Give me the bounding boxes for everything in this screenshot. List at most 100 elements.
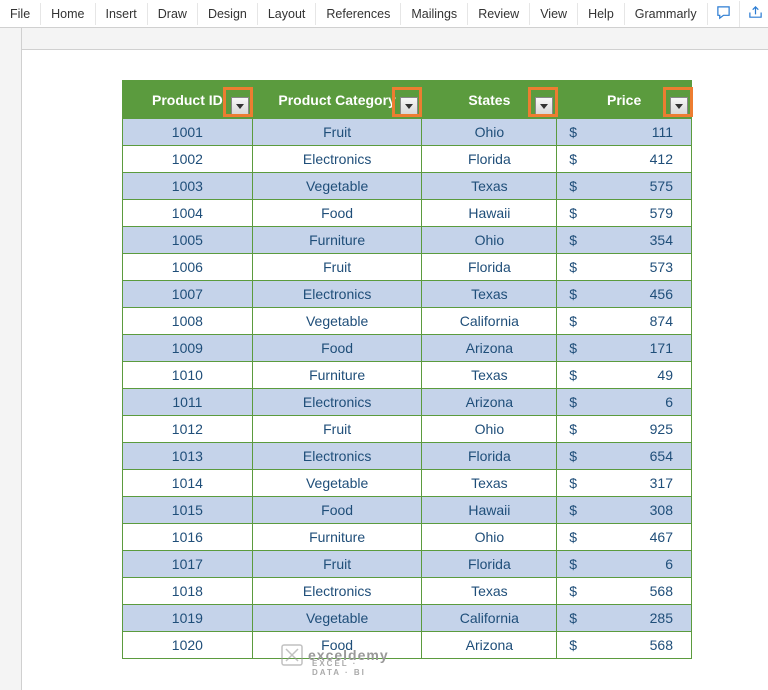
cell-price[interactable]: $308 — [557, 497, 692, 524]
cell-price[interactable]: $49 — [557, 362, 692, 389]
cell-state[interactable]: Arizona — [422, 632, 557, 659]
cell-product-id[interactable]: 1006 — [123, 254, 253, 281]
cell-state[interactable]: California — [422, 605, 557, 632]
cell-category[interactable]: Electronics — [252, 389, 422, 416]
cell-product-id[interactable]: 1003 — [123, 173, 253, 200]
cell-price[interactable]: $412 — [557, 146, 692, 173]
cell-state[interactable]: Florida — [422, 146, 557, 173]
table-row: 1014VegetableTexas$317 — [123, 470, 692, 497]
tab-view[interactable]: View — [530, 3, 578, 25]
tab-draw[interactable]: Draw — [148, 3, 198, 25]
cell-state[interactable]: Ohio — [422, 119, 557, 146]
cell-price[interactable]: $573 — [557, 254, 692, 281]
cell-price[interactable]: $467 — [557, 524, 692, 551]
cell-price[interactable]: $171 — [557, 335, 692, 362]
tab-help[interactable]: Help — [578, 3, 625, 25]
cell-category[interactable]: Electronics — [252, 146, 422, 173]
cell-state[interactable]: Hawaii — [422, 200, 557, 227]
cell-category[interactable]: Food — [252, 335, 422, 362]
cell-product-id[interactable]: 1019 — [123, 605, 253, 632]
cell-product-id[interactable]: 1017 — [123, 551, 253, 578]
tab-review[interactable]: Review — [468, 3, 530, 25]
cell-product-id[interactable]: 1014 — [123, 470, 253, 497]
cell-category[interactable]: Food — [252, 497, 422, 524]
cell-state[interactable]: Ohio — [422, 524, 557, 551]
tab-file[interactable]: File — [4, 3, 41, 25]
cell-state[interactable]: Ohio — [422, 227, 557, 254]
cell-state[interactable]: Ohio — [422, 416, 557, 443]
cell-category[interactable]: Food — [252, 632, 422, 659]
cell-product-id[interactable]: 1011 — [123, 389, 253, 416]
tab-home[interactable]: Home — [41, 3, 95, 25]
cell-product-id[interactable]: 1016 — [123, 524, 253, 551]
cell-category[interactable]: Vegetable — [252, 173, 422, 200]
cell-price[interactable]: $654 — [557, 443, 692, 470]
cell-state[interactable]: Arizona — [422, 335, 557, 362]
cell-product-id[interactable]: 1013 — [123, 443, 253, 470]
cell-state[interactable]: Texas — [422, 578, 557, 605]
cell-price[interactable]: $354 — [557, 227, 692, 254]
cell-state[interactable]: Texas — [422, 470, 557, 497]
cell-price[interactable]: $317 — [557, 470, 692, 497]
cell-category[interactable]: Vegetable — [252, 308, 422, 335]
share-button[interactable] — [740, 1, 768, 27]
cell-state[interactable]: Hawaii — [422, 497, 557, 524]
cell-price[interactable]: $925 — [557, 416, 692, 443]
cell-product-id[interactable]: 1007 — [123, 281, 253, 308]
filter-button-price[interactable] — [670, 97, 688, 115]
cell-product-id[interactable]: 1020 — [123, 632, 253, 659]
cell-state[interactable]: Texas — [422, 173, 557, 200]
cell-price[interactable]: $285 — [557, 605, 692, 632]
cell-product-id[interactable]: 1008 — [123, 308, 253, 335]
cell-category[interactable]: Vegetable — [252, 470, 422, 497]
cell-price[interactable]: $456 — [557, 281, 692, 308]
cell-state[interactable]: Florida — [422, 551, 557, 578]
cell-category[interactable]: Electronics — [252, 281, 422, 308]
cell-price[interactable]: $568 — [557, 632, 692, 659]
cell-product-id[interactable]: 1001 — [123, 119, 253, 146]
cell-price[interactable]: $111 — [557, 119, 692, 146]
cell-product-id[interactable]: 1005 — [123, 227, 253, 254]
tab-insert[interactable]: Insert — [96, 3, 148, 25]
cell-state[interactable]: Arizona — [422, 389, 557, 416]
tab-layout[interactable]: Layout — [258, 3, 317, 25]
filter-button-product-id[interactable] — [231, 97, 249, 115]
cell-state[interactable]: Florida — [422, 443, 557, 470]
cell-category[interactable]: Furniture — [252, 227, 422, 254]
cell-state[interactable]: Texas — [422, 362, 557, 389]
cell-price[interactable]: $568 — [557, 578, 692, 605]
tab-mailings[interactable]: Mailings — [401, 3, 468, 25]
cell-product-id[interactable]: 1009 — [123, 335, 253, 362]
filter-button-category[interactable] — [400, 97, 418, 115]
cell-category[interactable]: Fruit — [252, 551, 422, 578]
cell-price[interactable]: $6 — [557, 551, 692, 578]
cell-category[interactable]: Fruit — [252, 416, 422, 443]
tab-grammarly[interactable]: Grammarly — [625, 3, 708, 25]
cell-price[interactable]: $6 — [557, 389, 692, 416]
tab-design[interactable]: Design — [198, 3, 258, 25]
filter-button-states[interactable] — [535, 97, 553, 115]
cell-category[interactable]: Electronics — [252, 578, 422, 605]
cell-category[interactable]: Furniture — [252, 362, 422, 389]
cell-price[interactable]: $579 — [557, 200, 692, 227]
cell-category[interactable]: Fruit — [252, 119, 422, 146]
cell-product-id[interactable]: 1002 — [123, 146, 253, 173]
cell-product-id[interactable]: 1018 — [123, 578, 253, 605]
cell-price[interactable]: $874 — [557, 308, 692, 335]
cell-category[interactable]: Fruit — [252, 254, 422, 281]
cell-product-id[interactable]: 1015 — [123, 497, 253, 524]
cell-state[interactable]: Texas — [422, 281, 557, 308]
cell-state[interactable]: Florida — [422, 254, 557, 281]
document-area: Product ID Product Category States Price — [0, 28, 768, 690]
cell-product-id[interactable]: 1010 — [123, 362, 253, 389]
cell-price[interactable]: $575 — [557, 173, 692, 200]
cell-product-id[interactable]: 1004 — [123, 200, 253, 227]
cell-category[interactable]: Furniture — [252, 524, 422, 551]
tab-references[interactable]: References — [316, 3, 401, 25]
cell-state[interactable]: California — [422, 308, 557, 335]
cell-product-id[interactable]: 1012 — [123, 416, 253, 443]
cell-category[interactable]: Vegetable — [252, 605, 422, 632]
comments-button[interactable] — [708, 1, 740, 27]
cell-category[interactable]: Food — [252, 200, 422, 227]
cell-category[interactable]: Electronics — [252, 443, 422, 470]
